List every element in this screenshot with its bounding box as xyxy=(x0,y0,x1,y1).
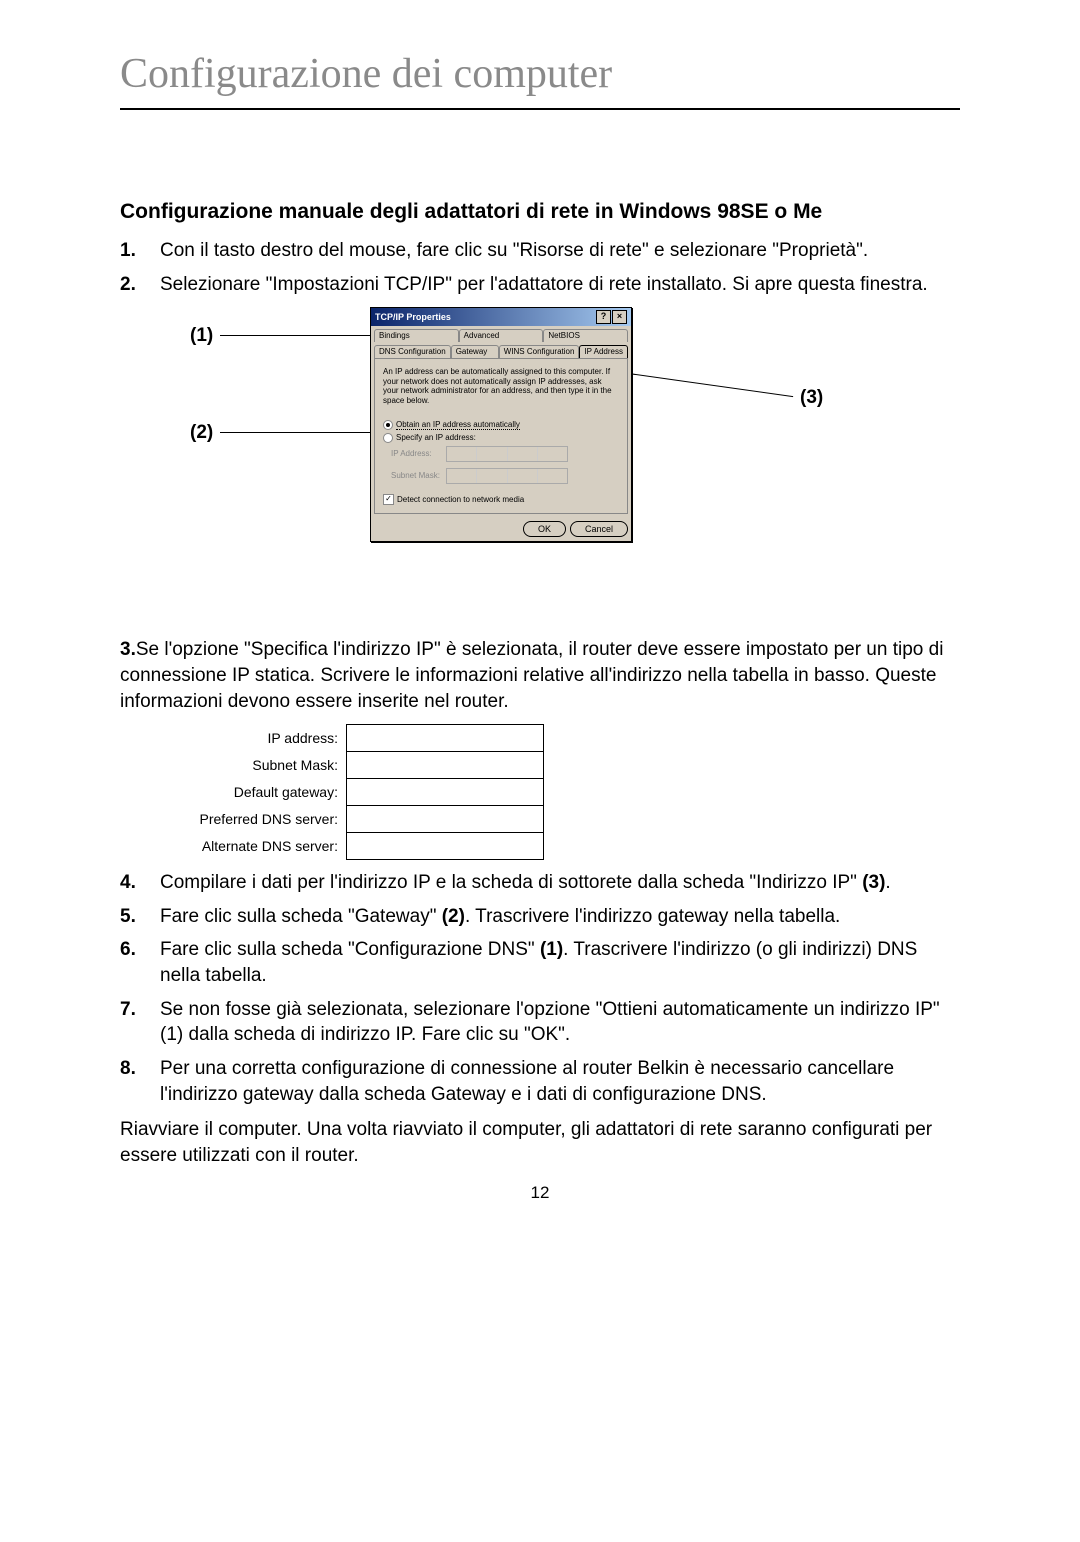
alternate-dns-cell xyxy=(347,833,544,860)
step-7: 7. Se non fosse già selezionata, selezio… xyxy=(120,997,960,1048)
ok-button[interactable]: OK xyxy=(523,521,566,537)
cancel-button[interactable]: Cancel xyxy=(570,521,628,537)
table-row: Alternate DNS server: xyxy=(170,833,544,860)
tab-gateway[interactable]: Gateway xyxy=(451,345,499,358)
close-icon[interactable]: × xyxy=(612,310,627,324)
radio-specify-ip[interactable]: Specify an IP address: xyxy=(383,433,619,443)
tcpip-properties-dialog: TCP/IP Properties ?× Bindings Advanced N… xyxy=(370,307,632,541)
radio-icon xyxy=(383,420,393,430)
tab-ip-address[interactable]: IP Address xyxy=(579,345,628,358)
callout-1: (1) xyxy=(190,325,213,347)
table-row: Subnet Mask: xyxy=(170,752,544,779)
step-3: 3.Se l'opzione "Specifica l'indirizzo IP… xyxy=(120,637,960,714)
callout-line-1 xyxy=(220,335,374,336)
step-number: 6. xyxy=(120,937,160,988)
chapter-title: Configurazione dei computer xyxy=(120,50,960,98)
step-6: 6. Fare clic sulla scheda "Configurazion… xyxy=(120,937,960,988)
step-number: 3. xyxy=(120,639,136,660)
step-text: Per una corretta configurazione di conne… xyxy=(160,1056,960,1107)
help-icon[interactable]: ? xyxy=(596,310,611,324)
step-1: 1. Con il tasto destro del mouse, fare c… xyxy=(120,238,960,264)
step-text: Selezionare "Impostazioni TCP/IP" per l'… xyxy=(160,272,960,298)
section-title: Configurazione manuale degli adattatori … xyxy=(120,200,960,224)
step-text: Fare clic sulla scheda "Gateway" (2). Tr… xyxy=(160,904,960,930)
steps-1-2: 1. Con il tasto destro del mouse, fare c… xyxy=(120,238,960,297)
subnet-mask-field: Subnet Mask: xyxy=(391,468,619,484)
preferred-dns-cell xyxy=(347,806,544,833)
step-number: 2. xyxy=(120,272,160,298)
step-8: 8. Per una corretta configurazione di co… xyxy=(120,1056,960,1107)
ip-info-table: IP address: Subnet Mask: Default gateway… xyxy=(170,724,544,860)
step-number: 1. xyxy=(120,238,160,264)
step-text: Se l'opzione "Specifica l'indirizzo IP" … xyxy=(120,639,943,711)
chapter-rule xyxy=(120,108,960,110)
step-5: 5. Fare clic sulla scheda "Gateway" (2).… xyxy=(120,904,960,930)
table-row: Default gateway: xyxy=(170,779,544,806)
callout-line-2 xyxy=(220,432,390,433)
tab-wins-configuration[interactable]: WINS Configuration xyxy=(499,345,580,358)
ip-address-field: IP Address: xyxy=(391,446,619,462)
step-number: 8. xyxy=(120,1056,160,1107)
step-4: 4. Compilare i dati per l'indirizzo IP e… xyxy=(120,870,960,896)
dialog-title: TCP/IP Properties xyxy=(375,312,451,322)
final-paragraph: Riavviare il computer. Una volta riavvia… xyxy=(120,1117,960,1168)
subnet-mask-cell xyxy=(347,752,544,779)
callout-2: (2) xyxy=(190,422,213,444)
step-text: Con il tasto destro del mouse, fare clic… xyxy=(160,238,960,264)
step-text: Compilare i dati per l'indirizzo IP e la… xyxy=(160,870,960,896)
step-text: Se non fosse già selezionata, selezionar… xyxy=(160,997,960,1048)
table-row: Preferred DNS server: xyxy=(170,806,544,833)
callout-3: (3) xyxy=(800,387,823,409)
table-row: IP address: xyxy=(170,725,544,752)
tab-netbios[interactable]: NetBIOS xyxy=(543,329,628,342)
step-text: Fare clic sulla scheda "Configurazione D… xyxy=(160,937,960,988)
tab-advanced[interactable]: Advanced xyxy=(459,329,544,342)
step-2: 2. Selezionare "Impostazioni TCP/IP" per… xyxy=(120,272,960,298)
default-gateway-cell xyxy=(347,779,544,806)
tab-dns-configuration[interactable]: DNS Configuration xyxy=(374,345,451,358)
ip-address-cell xyxy=(347,725,544,752)
radio-icon xyxy=(383,433,393,443)
dialog-description: An IP address can be automatically assig… xyxy=(383,367,619,405)
checkbox-icon: ✓ xyxy=(383,494,394,505)
step-number: 4. xyxy=(120,870,160,896)
steps-4-8: 4. Compilare i dati per l'indirizzo IP e… xyxy=(120,870,960,1107)
detect-checkbox-row[interactable]: ✓ Detect connection to network media xyxy=(383,494,619,505)
dialog-titlebar: TCP/IP Properties ?× xyxy=(371,308,631,326)
step-number: 7. xyxy=(120,997,160,1048)
tcpip-dialog-diagram: (1) (2) (3) TCP/IP Properties ?× Binding… xyxy=(120,307,960,627)
page-number: 12 xyxy=(120,1183,960,1203)
tab-bindings[interactable]: Bindings xyxy=(374,329,459,342)
radio-obtain-ip[interactable]: Obtain an IP address automatically xyxy=(383,420,619,430)
step-number: 5. xyxy=(120,904,160,930)
